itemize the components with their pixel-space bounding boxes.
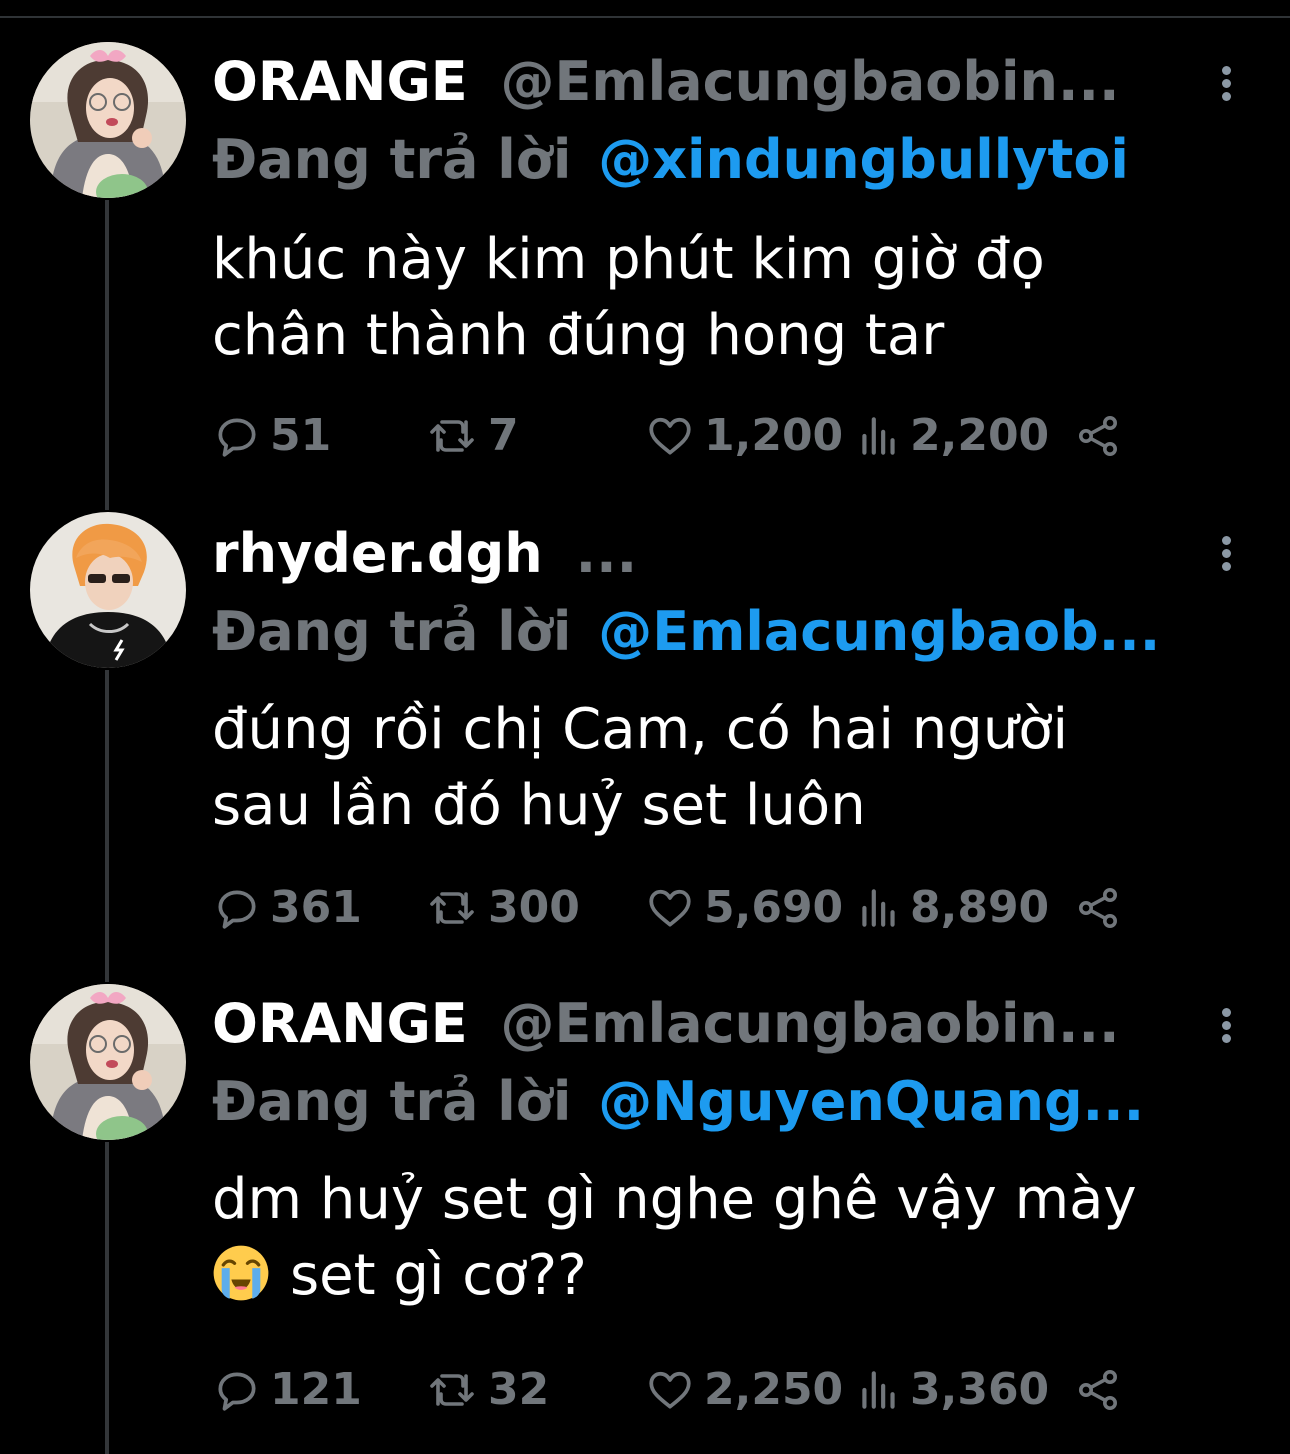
top-divider: [0, 16, 1290, 18]
views-button[interactable]: 8,890: [856, 880, 1049, 936]
avatar-rhyder[interactable]: [30, 512, 186, 668]
tweet-text: đúng rồi chị Cam, có hai người sau lần đ…: [212, 692, 1272, 844]
retweet-count: 7: [488, 410, 519, 461]
replying-to-mention[interactable]: @Emlacungbaob...: [598, 600, 1160, 663]
reply-button[interactable]: 51: [212, 408, 331, 464]
reply-count: 51: [270, 410, 332, 461]
more-options-icon[interactable]: [1210, 52, 1244, 112]
share-icon: [1079, 416, 1117, 456]
tweet-text-line: đúng rồi chị Cam, có hai người: [212, 697, 1069, 762]
share-button[interactable]: [1074, 880, 1122, 936]
tweet-header: rhyder.dgh ...: [212, 524, 1210, 584]
retweet-count: 300: [488, 882, 580, 933]
display-name[interactable]: ORANGE: [212, 52, 468, 112]
retweet-icon: [430, 892, 474, 924]
share-button[interactable]: [1074, 408, 1122, 464]
replying-to-label: Đang trả lời: [212, 1070, 572, 1133]
tweet-text: khúc này kim phút kim giờ đọ chân thành …: [212, 222, 1272, 374]
replying-to: Đang trả lời @Emlacungbaob...: [212, 600, 1280, 664]
speech-bubble-icon: [218, 890, 256, 929]
like-button[interactable]: 2,250: [644, 1362, 843, 1418]
views-button[interactable]: 3,360: [856, 1362, 1049, 1418]
like-count: 5,690: [704, 882, 844, 933]
tweet-text-line: sau lần đó huỷ set luôn: [212, 773, 866, 838]
bar-chart-icon: [862, 417, 895, 455]
retweet-count: 32: [488, 1364, 550, 1415]
tweet-text-line: set gì cơ??: [290, 1243, 587, 1308]
speech-bubble-icon: [218, 1372, 256, 1411]
heart-icon: [649, 889, 691, 927]
tweet-header: ORANGE @Emlacungbaobin...: [212, 994, 1210, 1054]
retweet-button[interactable]: 300: [424, 880, 580, 936]
tweet-header: ORANGE @Emlacungbaobin...: [212, 52, 1210, 112]
tweet-text: dm huỷ set gì nghe ghê vậy mày set gì cơ…: [212, 1162, 1272, 1314]
share-button[interactable]: [1074, 1362, 1122, 1418]
user-handle[interactable]: @Emlacungbaobin...: [501, 52, 1120, 112]
reply-button[interactable]: 121: [212, 1362, 362, 1418]
avatar-orange[interactable]: [30, 984, 186, 1140]
retweet-button[interactable]: 7: [424, 408, 519, 464]
like-button[interactable]: 5,690: [644, 880, 843, 936]
action-bar: 361 300 5,690 8,890: [212, 880, 1212, 936]
replying-to-label: Đang trả lời: [212, 128, 572, 191]
bar-chart-icon: [862, 1371, 895, 1409]
tweet-text-line: chân thành đúng hong tar: [212, 303, 945, 368]
share-icon: [1079, 888, 1117, 928]
thread-connector: [105, 1142, 109, 1454]
bar-chart-icon: [862, 889, 895, 927]
replying-to-mention[interactable]: @xindungbullytoi: [598, 128, 1129, 191]
thread-connector: [105, 200, 109, 510]
heart-icon: [649, 1371, 691, 1409]
reply-count: 361: [270, 882, 362, 933]
display-name[interactable]: ORANGE: [212, 994, 468, 1054]
like-count: 2,250: [704, 1364, 844, 1415]
action-bar: 121 32 2,250 3,360: [212, 1362, 1212, 1418]
tweet-text-line-with-emoji: set gì cơ??: [212, 1238, 1272, 1314]
retweet-icon: [430, 420, 474, 452]
like-button[interactable]: 1,200: [644, 408, 843, 464]
tweet-text-line: khúc này kim phút kim giờ đọ: [212, 227, 1045, 292]
speech-bubble-icon: [218, 418, 256, 457]
reply-button[interactable]: 361: [212, 880, 362, 936]
like-count: 1,200: [704, 410, 844, 461]
retweet-button[interactable]: 32: [424, 1362, 549, 1418]
views-button[interactable]: 2,200: [856, 408, 1049, 464]
avatar-orange[interactable]: [30, 42, 186, 198]
reply-count: 121: [270, 1364, 362, 1415]
display-name[interactable]: rhyder.dgh: [212, 524, 543, 584]
action-bar: 51 7 1,200 2,200: [212, 408, 1212, 464]
heart-icon: [649, 417, 691, 455]
view-count: 3,360: [910, 1364, 1050, 1415]
replying-to-mention[interactable]: @NguyenQuang...: [598, 1070, 1144, 1133]
view-count: 8,890: [910, 882, 1050, 933]
more-options-icon[interactable]: [1210, 522, 1244, 582]
replying-to: Đang trả lời @xindungbullytoi: [212, 128, 1280, 192]
share-icon: [1079, 1370, 1117, 1410]
more-options-icon[interactable]: [1210, 994, 1244, 1054]
loudly-crying-face-emoji: [213, 1245, 269, 1301]
replying-to-label: Đang trả lời: [212, 600, 572, 663]
replying-to: Đang trả lời @NguyenQuang...: [212, 1070, 1280, 1134]
thread-connector: [105, 670, 109, 982]
tweet-text-line: dm huỷ set gì nghe ghê vậy mày: [212, 1167, 1137, 1232]
retweet-icon: [430, 1374, 474, 1406]
user-handle[interactable]: ...: [576, 524, 638, 584]
user-handle[interactable]: @Emlacungbaobin...: [501, 994, 1120, 1054]
view-count: 2,200: [910, 410, 1050, 461]
